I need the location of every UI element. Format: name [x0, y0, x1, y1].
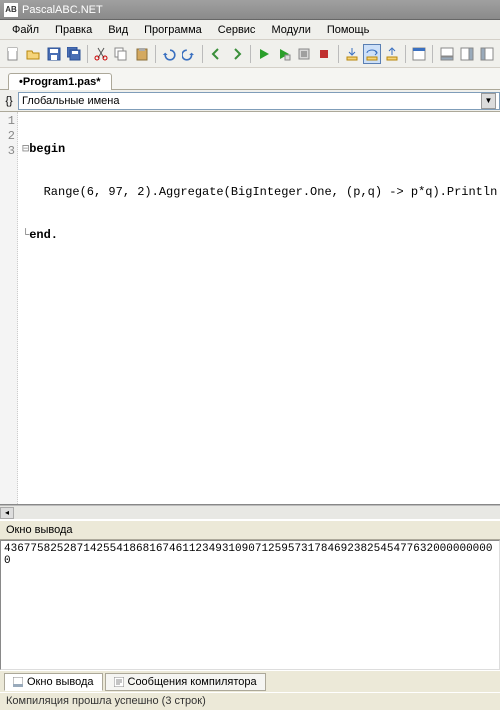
run-icon[interactable] [255, 44, 273, 64]
nav-back-icon[interactable] [207, 44, 225, 64]
scroll-left-icon[interactable]: ◂ [0, 507, 14, 519]
menu-program[interactable]: Программа [136, 22, 210, 38]
line-gutter: 1 2 3 [0, 112, 18, 504]
output-text: 4367758252871425541868167461123493109071… [4, 543, 492, 567]
line-number: 2 [0, 129, 15, 144]
toolbar-separator [155, 45, 156, 63]
toggle-output-icon[interactable] [437, 44, 455, 64]
line-number: 3 [0, 144, 15, 159]
menu-edit[interactable]: Правка [47, 22, 100, 38]
toggle-panel-icon[interactable] [458, 44, 476, 64]
bottom-tab-strip: Окно вывода Сообщения компилятора [0, 670, 500, 692]
compile-icon[interactable] [295, 44, 313, 64]
menu-modules[interactable]: Модули [263, 22, 318, 38]
output-tab-icon [13, 677, 23, 687]
open-file-icon[interactable] [24, 44, 42, 64]
dropdown-arrow-icon[interactable]: ▼ [481, 93, 496, 109]
menu-service[interactable]: Сервис [210, 22, 264, 38]
step-over-icon[interactable] [363, 44, 381, 64]
window-title: PascalABC.NET [22, 4, 103, 16]
scope-label: Глобальные имена [22, 95, 120, 107]
paste-icon[interactable] [133, 44, 151, 64]
menubar: Файл Правка Вид Программа Сервис Модули … [0, 20, 500, 40]
undo-icon[interactable] [160, 44, 178, 64]
titlebar: AB PascalABC.NET [0, 0, 500, 20]
copy-icon[interactable] [112, 44, 130, 64]
form-designer-icon[interactable] [410, 44, 428, 64]
toolbar-separator [432, 45, 433, 63]
toolbar-separator [405, 45, 406, 63]
menu-help[interactable]: Помощь [319, 22, 378, 38]
toolbar-separator [87, 45, 88, 63]
toolbar-separator [338, 45, 339, 63]
new-file-icon[interactable] [4, 44, 22, 64]
toggle-panel2-icon[interactable] [478, 44, 496, 64]
statusbar: Компиляция прошла успешно (3 строк) [0, 692, 500, 710]
save-all-icon[interactable] [65, 44, 83, 64]
nav-forward-icon[interactable] [227, 44, 245, 64]
messages-tab-icon [114, 677, 124, 687]
scope-icon: {} [0, 95, 18, 107]
tab-output-label: Окно вывода [27, 676, 94, 688]
stop-icon[interactable] [315, 44, 333, 64]
tab-compiler-messages[interactable]: Сообщения компилятора [105, 673, 266, 691]
code-area[interactable]: ⊟begin Range(6, 97, 2).Aggregate(BigInte… [18, 112, 500, 504]
scope-dropdown[interactable]: Глобальные имена ▼ [18, 92, 500, 110]
horizontal-scrollbar[interactable]: ◂ [0, 505, 500, 519]
line-number: 1 [0, 114, 15, 129]
code-line: ⊟begin [22, 142, 496, 157]
save-icon[interactable] [45, 44, 63, 64]
tab-messages-label: Сообщения компилятора [128, 676, 257, 688]
menu-file[interactable]: Файл [4, 22, 47, 38]
app-icon: AB [4, 3, 18, 17]
file-tab-program1[interactable]: •Program1.pas* [8, 73, 112, 90]
redo-icon[interactable] [180, 44, 198, 64]
output-panel-title: Окно вывода [0, 519, 500, 540]
status-text: Компиляция прошла успешно (3 строк) [6, 695, 206, 707]
toolbar-separator [202, 45, 203, 63]
step-into-icon[interactable] [343, 44, 361, 64]
menu-view[interactable]: Вид [100, 22, 136, 38]
step-out-icon[interactable] [383, 44, 401, 64]
code-editor[interactable]: 1 2 3 ⊟begin Range(6, 97, 2).Aggregate(B… [0, 112, 500, 505]
scope-row: {} Глобальные имена ▼ [0, 90, 500, 112]
toolbar [0, 40, 500, 68]
code-line: └end. [22, 228, 496, 243]
file-tab-strip: •Program1.pas* [0, 68, 500, 90]
tab-output[interactable]: Окно вывода [4, 673, 103, 691]
output-area[interactable]: 4367758252871425541868167461123493109071… [0, 540, 500, 670]
code-line: Range(6, 97, 2).Aggregate(BigInteger.One… [22, 185, 496, 200]
cut-icon[interactable] [92, 44, 110, 64]
run-noconsole-icon[interactable] [275, 44, 293, 64]
toolbar-separator [250, 45, 251, 63]
